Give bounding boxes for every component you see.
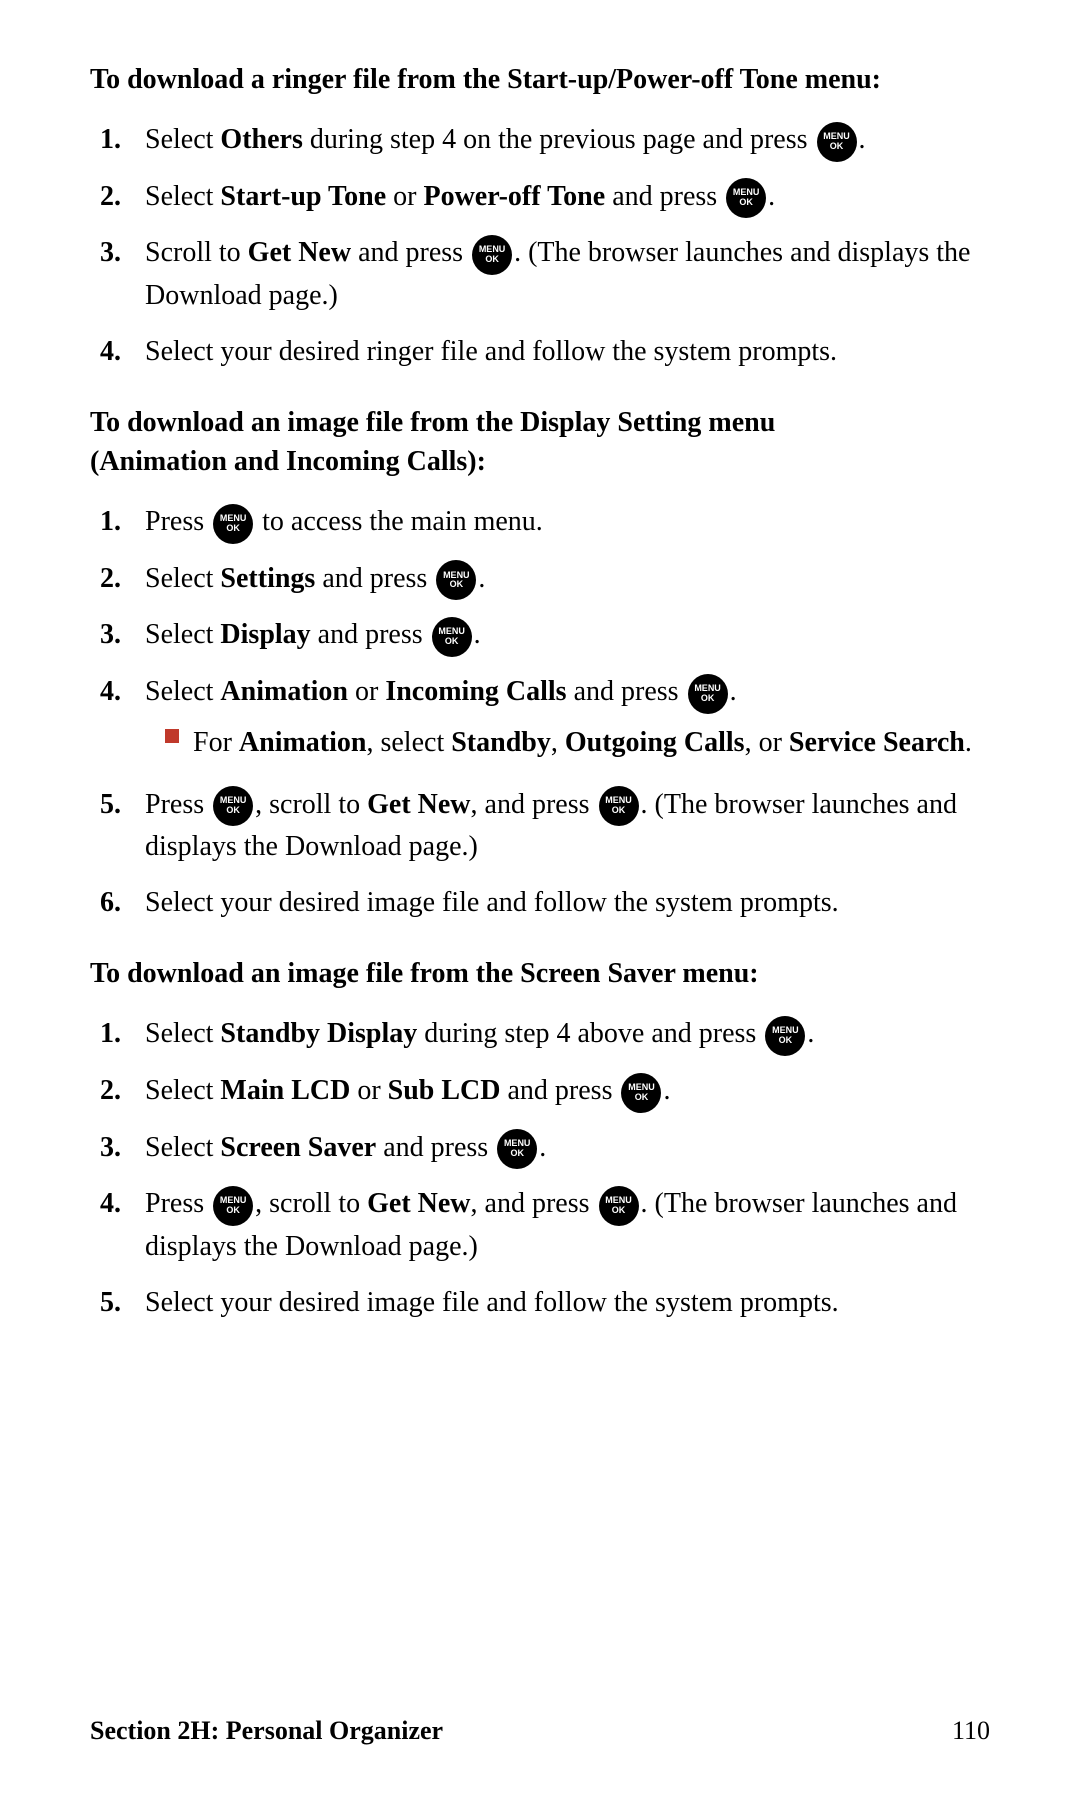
list-item: 2. Select Settings and press MENUOK. [90,558,990,601]
list-number: 4. [100,671,145,713]
sub-list-content: For Animation, select Standby, Outgoing … [193,722,972,764]
menu-button: MENUOK [436,560,476,600]
bold-text: Standby Display [220,1018,417,1049]
menu-button: MENUOK [688,674,728,714]
bold-text: Animation [239,727,367,758]
bold-text: Get New [248,237,351,268]
list-number: 2. [100,1070,145,1112]
list-content: Select Display and press MENUOK. [145,614,990,657]
section-heading-display: To download an image file from the Displ… [90,403,990,481]
page-content: To download a ringer file from the Start… [0,0,1080,1474]
list-number: 2. [100,558,145,600]
list-item: 5. Press MENUOK, scroll to Get New, and … [90,784,990,869]
list-number: 1. [100,501,145,543]
bold-text: Service Search [789,727,965,758]
list-item: 4. Press MENUOK, scroll to Get New, and … [90,1183,990,1268]
list-content: Press MENUOK, scroll to Get New, and pre… [145,784,990,869]
bold-text: Screen Saver [220,1132,376,1163]
list-content: Select your desired ringer file and foll… [145,331,990,373]
list-content: Scroll to Get New and press MENUOK. (The… [145,232,990,317]
list-item: 3. Scroll to Get New and press MENUOK. (… [90,232,990,317]
list-number: 3. [100,1127,145,1169]
menu-button: MENUOK [432,617,472,657]
menu-button: MENUOK [621,1073,661,1113]
bold-text: Sub LCD [388,1075,501,1106]
menu-button: MENUOK [599,786,639,826]
list-item: 5. Select your desired image file and fo… [90,1282,990,1324]
list-number: 4. [100,331,145,373]
list-content: Select Others during step 4 on the previ… [145,119,990,162]
menu-button: MENUOK [472,235,512,275]
section-heading-ringer: To download a ringer file from the Start… [90,60,990,99]
list-number: 4. [100,1183,145,1225]
section-heading-screensaver: To download an image file from the Scree… [90,954,990,993]
bold-text: Others [220,124,302,155]
list-item: 2. Select Start-up Tone or Power-off Ton… [90,176,990,219]
screensaver-list: 1. Select Standby Display during step 4 … [90,1013,990,1323]
list-item: 1. Select Standby Display during step 4 … [90,1013,990,1056]
menu-button: MENUOK [213,1186,253,1226]
list-number: 3. [100,614,145,656]
bold-text: Main LCD [220,1075,350,1106]
bullet-icon [165,729,179,743]
list-item: 4. Select your desired ringer file and f… [90,331,990,373]
bold-text: Animation [220,676,348,707]
list-item: 1. Select Others during step 4 on the pr… [90,119,990,162]
list-number: 5. [100,1282,145,1324]
list-content: Select Standby Display during step 4 abo… [145,1013,990,1056]
display-list: 1. Press MENUOK to access the main menu.… [90,501,990,924]
list-content: Press MENUOK to access the main menu. [145,501,990,544]
bold-text: Start-up Tone [220,181,386,212]
bold-text: Get New [367,1188,470,1219]
bold-text: Standby [451,727,551,758]
list-content: Select Screen Saver and press MENUOK. [145,1127,990,1170]
list-content: Select Settings and press MENUOK. [145,558,990,601]
menu-button: MENUOK [599,1186,639,1226]
bold-text: Incoming Calls [385,676,566,707]
footer-section-label: Section 2H: Personal Organizer [90,1711,443,1750]
list-number: 5. [100,784,145,826]
page-footer: Section 2H: Personal Organizer 110 [90,1711,990,1750]
list-number: 1. [100,119,145,161]
menu-button: MENUOK [726,178,766,218]
list-number: 2. [100,176,145,218]
list-content: Select Main LCD or Sub LCD and press MEN… [145,1070,990,1113]
list-item: 6. Select your desired image file and fo… [90,882,990,924]
list-number: 3. [100,232,145,274]
list-content: Select Animation or Incoming Calls and p… [145,671,990,770]
sub-list-item: For Animation, select Standby, Outgoing … [155,722,990,764]
bold-text: Display [220,619,310,650]
sub-list: For Animation, select Standby, Outgoing … [145,722,990,764]
list-content: Select Start-up Tone or Power-off Tone a… [145,176,990,219]
menu-button: MENUOK [497,1129,537,1169]
bold-text: Power-off Tone [423,181,605,212]
bold-text: Get New [367,789,470,820]
list-item: 3. Select Screen Saver and press MENUOK. [90,1127,990,1170]
bold-text: Outgoing Calls [565,727,745,758]
ringer-list: 1. Select Others during step 4 on the pr… [90,119,990,373]
list-number: 6. [100,882,145,924]
menu-button: MENUOK [213,504,253,544]
list-content: Select your desired image file and follo… [145,882,990,924]
list-item: 4. Select Animation or Incoming Calls an… [90,671,990,770]
footer-page-number: 110 [952,1711,990,1750]
menu-button: MENUOK [817,122,857,162]
list-content: Select your desired image file and follo… [145,1282,990,1324]
menu-button: MENUOK [213,786,253,826]
list-item: 1. Press MENUOK to access the main menu. [90,501,990,544]
menu-button: MENUOK [765,1016,805,1056]
list-number: 1. [100,1013,145,1055]
bold-text: Settings [220,563,315,594]
list-item: 3. Select Display and press MENUOK. [90,614,990,657]
list-item: 2. Select Main LCD or Sub LCD and press … [90,1070,990,1113]
list-content: Press MENUOK, scroll to Get New, and pre… [145,1183,990,1268]
